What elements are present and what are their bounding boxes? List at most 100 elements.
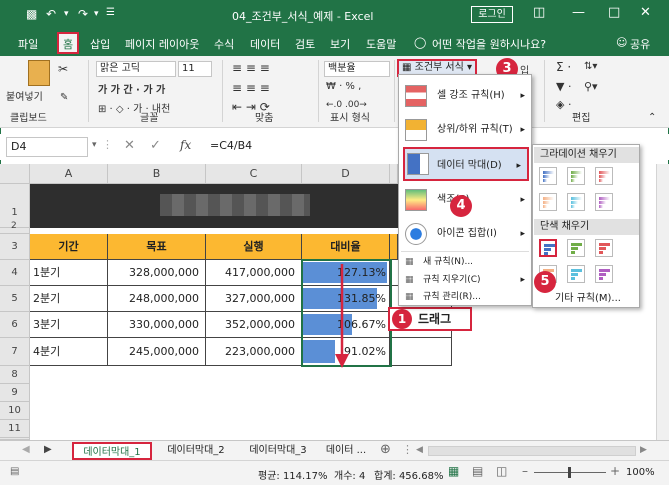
redo-dropdown-icon[interactable]: ▾ — [94, 9, 99, 19]
cell-target[interactable]: 245,000,000 — [108, 338, 206, 366]
row-header-10[interactable]: 10 — [0, 402, 30, 420]
ribbon-display-icon[interactable]: ◫ — [533, 5, 545, 20]
row-header-6[interactable]: 6 — [0, 312, 30, 338]
tab-home[interactable]: 홈 — [57, 32, 79, 54]
cell-period[interactable]: 1분기 — [30, 260, 108, 286]
vertical-scrollbar[interactable] — [656, 164, 669, 440]
login-button[interactable]: 로그인 — [471, 6, 513, 23]
solid-databar-swatch[interactable] — [595, 265, 613, 283]
zoom-out-icon[interactable]: – — [522, 464, 528, 478]
gradient-databar-swatch[interactable] — [539, 167, 557, 185]
column-header-b[interactable]: B — [108, 164, 206, 184]
cell-actual[interactable]: 352,000,000 — [206, 312, 302, 338]
page-break-view-icon[interactable]: ◫ — [496, 464, 507, 478]
cell-actual[interactable]: 327,000,000 — [206, 286, 302, 312]
next-sheet-icon[interactable]: ▶ — [44, 444, 52, 455]
tab-page-layout[interactable]: 페이지 레이아웃 — [125, 36, 199, 52]
row-header-3[interactable]: 3 — [0, 234, 30, 260]
hscroll-right-icon[interactable]: ▶ — [640, 445, 647, 455]
cell-target[interactable]: 330,000,000 — [108, 312, 206, 338]
gradient-databar-swatch[interactable] — [539, 193, 557, 211]
clear-rules-item[interactable]: ▦ 규칙 지우기(C) ▸ — [399, 271, 531, 289]
row-header-9[interactable]: 9 — [0, 384, 30, 402]
header-period[interactable]: 기간 — [30, 234, 108, 260]
zoom-slider-thumb[interactable] — [568, 467, 571, 478]
add-sheet-icon[interactable]: ⊕ — [380, 442, 391, 457]
cell-target[interactable]: 328,000,000 — [108, 260, 206, 286]
tab-data[interactable]: 데이터 — [250, 36, 280, 52]
fill-icon[interactable]: ▼ · — [556, 80, 571, 93]
horizontal-scrollbar[interactable] — [428, 446, 636, 456]
prev-sheet-icon[interactable]: ◀ — [22, 444, 30, 455]
normal-view-icon[interactable]: ▦ — [448, 464, 459, 478]
macro-record-icon[interactable]: ▤ — [10, 466, 19, 477]
cell-period[interactable]: 3분기 — [30, 312, 108, 338]
sheet-tab-3[interactable]: 데이터막대_3 — [238, 442, 318, 460]
cancel-icon[interactable]: ✕ — [124, 138, 135, 153]
sort-filter-icon[interactable]: ⇅▾ — [584, 61, 597, 72]
column-header-a[interactable]: A — [30, 164, 108, 184]
font-style-buttons[interactable]: 가 가 간 · 가 가 — [98, 81, 165, 96]
name-box[interactable]: D4 — [6, 137, 88, 157]
gradient-databar-swatch[interactable] — [595, 193, 613, 211]
clear-icon[interactable]: ◈ · — [556, 98, 571, 111]
format-painter-icon[interactable]: ✎ — [60, 92, 68, 103]
undo-dropdown-icon[interactable]: ▾ — [64, 9, 69, 19]
sheet-tab-4[interactable]: 데이터 ... — [320, 442, 372, 460]
data-bars-item[interactable]: 데이터 막대(D) ▸ — [403, 147, 529, 181]
align-center-icon[interactable]: ≡ ≡ ≡ — [232, 81, 270, 95]
solid-databar-swatch[interactable] — [595, 239, 613, 257]
autosum-icon[interactable]: Σ · — [556, 60, 571, 74]
tab-review[interactable]: 검토 — [295, 36, 315, 52]
cut-icon[interactable]: ✂ — [58, 62, 68, 76]
cell-actual[interactable]: 223,000,000 — [206, 338, 302, 366]
tab-formulas[interactable]: 수식 — [214, 36, 234, 52]
solid-databar-swatch[interactable] — [539, 239, 557, 257]
maximize-icon[interactable]: □ — [608, 5, 620, 20]
tab-insert[interactable]: 삽입 — [90, 36, 110, 52]
highlight-rules-item[interactable]: 셀 강조 규칙(H) ▸ — [399, 79, 531, 113]
select-all-corner[interactable] — [0, 164, 30, 184]
header-target[interactable]: 목표 — [108, 234, 206, 260]
row-header-11[interactable]: 11 — [0, 420, 30, 438]
row-header-7[interactable]: 7 — [0, 338, 30, 366]
header-actual[interactable]: 실행 — [206, 234, 302, 260]
number-format-buttons[interactable]: ₩ · % , — [326, 81, 361, 92]
tab-view[interactable]: 보기 — [330, 36, 350, 52]
page-layout-view-icon[interactable]: ▤ — [472, 464, 483, 478]
zoom-in-icon[interactable]: + — [610, 464, 620, 478]
solid-databar-swatch[interactable] — [567, 239, 585, 257]
share-button[interactable]: 공유 — [630, 36, 650, 52]
solid-databar-swatch[interactable] — [567, 265, 585, 283]
font-color-buttons[interactable]: ⊞ · ◇ · 가 · 내천 — [98, 100, 170, 115]
formula-input[interactable]: =C4/B4 — [210, 137, 400, 157]
gradient-databar-swatch[interactable] — [567, 167, 585, 185]
close-icon[interactable]: ✕ — [640, 5, 651, 20]
paste-icon[interactable] — [28, 60, 50, 86]
column-header-c[interactable]: C — [206, 164, 302, 184]
more-rules-item[interactable]: 기타 규칙(M)... — [533, 291, 639, 307]
enter-icon[interactable]: ✓ — [150, 138, 161, 153]
customize-qat-icon[interactable]: ☰ — [106, 7, 115, 18]
top-bottom-rules-item[interactable]: 상위/하위 규칙(T) ▸ — [399, 113, 531, 147]
font-size-select[interactable]: 11 — [178, 61, 212, 77]
paste-button[interactable]: 붙여넣기 — [6, 88, 43, 103]
minimize-icon[interactable]: — — [572, 5, 585, 20]
row-header-8[interactable]: 8 — [0, 366, 30, 384]
cell-actual[interactable]: 417,000,000 — [206, 260, 302, 286]
manage-rules-item[interactable]: ▦ 규칙 관리(R)... — [399, 288, 531, 306]
sheet-tab-2[interactable]: 데이터막대_2 — [156, 442, 236, 460]
cell-e7[interactable] — [390, 338, 452, 366]
header-ratio[interactable]: 대비율 — [302, 234, 390, 260]
cell-period[interactable]: 2분기 — [30, 286, 108, 312]
cell-period[interactable]: 4분기 — [30, 338, 108, 366]
sheet-tab-1[interactable]: 데이터막대_1 — [72, 442, 152, 460]
find-icon[interactable]: ⚲▾ — [584, 80, 598, 93]
column-header-d[interactable]: D — [302, 164, 390, 184]
icon-sets-item[interactable]: 아이콘 집합(I) ▸ — [399, 217, 531, 251]
font-name-select[interactable]: 맑은 고딕 — [96, 61, 176, 77]
number-format-select[interactable]: 백분율 — [324, 61, 390, 77]
undo-icon[interactable]: ↶ — [46, 7, 56, 21]
hscroll-left-icon[interactable]: ◀ — [416, 445, 423, 455]
name-box-dropdown-icon[interactable]: ▾ — [92, 140, 97, 150]
